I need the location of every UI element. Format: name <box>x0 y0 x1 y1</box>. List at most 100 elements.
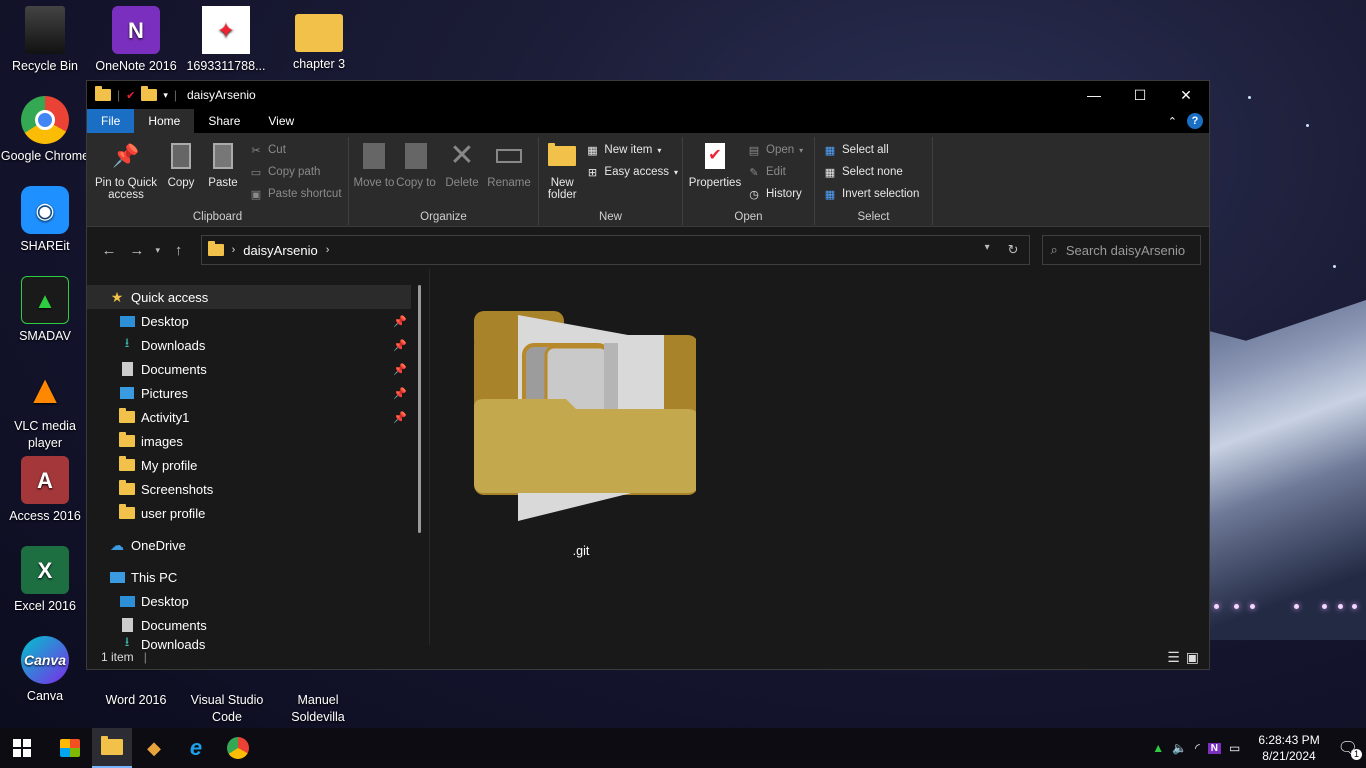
refresh-icon[interactable]: ↻ <box>1008 242 1019 258</box>
paste-shortcut-button[interactable]: ▣ Paste shortcut <box>249 185 342 203</box>
close-button[interactable]: ✕ <box>1163 81 1209 109</box>
cut-button[interactable]: ✂ Cut <box>249 141 342 159</box>
smadav-tray-icon[interactable]: ▲ <box>1152 741 1164 755</box>
easy-access-button[interactable]: ⊞ Easy access ▾ <box>585 163 678 181</box>
edit-button[interactable]: ✎ Edit <box>747 163 803 181</box>
taskbar-store[interactable] <box>50 728 90 768</box>
taskbar-edge[interactable]: e <box>176 728 216 768</box>
battery-icon[interactable]: ▭ <box>1229 741 1240 755</box>
desktop-icon-smadav[interactable]: ▲ SMADAV <box>0 276 90 345</box>
nav-item-images[interactable]: images <box>87 429 423 453</box>
nav-item-desktop[interactable]: Desktop 📌 <box>87 309 423 333</box>
image-file-icon: ✦ <box>202 6 250 54</box>
nav-item-activity1[interactable]: Activity1 📌 <box>87 405 423 429</box>
clock-time: 6:28:43 PM <box>1258 733 1320 747</box>
collapse-ribbon-icon[interactable]: ⌃ <box>1168 115 1177 128</box>
up-arrow-icon[interactable]: ↑ <box>165 242 193 259</box>
copy-path-button[interactable]: ▭ Copy path <box>249 163 342 181</box>
clock[interactable]: 6:28:43 PM 8/21/2024 <box>1258 732 1319 764</box>
start-button[interactable] <box>2 728 42 768</box>
file-item[interactable]: .git <box>466 307 698 558</box>
document-icon <box>119 362 135 376</box>
wallpaper-star <box>1248 96 1251 99</box>
select-all-button[interactable]: ▦ Select all <box>823 141 919 159</box>
desktop-icon-word[interactable]: Word 2016 <box>91 692 181 709</box>
copy-path-icon: ▭ <box>250 166 262 179</box>
volume-icon[interactable]: 🔈 <box>1172 741 1187 755</box>
desktop-icon-recycle-bin[interactable]: Recycle Bin <box>0 6 90 75</box>
tab-share[interactable]: Share <box>194 109 254 133</box>
desktop-icon-vlc[interactable]: ▲ VLC media player <box>0 366 90 452</box>
desktop-icon-image-file[interactable]: ✦ 1693311788... <box>181 6 271 75</box>
address-dropdown-icon[interactable]: ▾ <box>985 242 990 258</box>
nav-item-my-profile[interactable]: My profile <box>87 453 423 477</box>
recent-locations-icon[interactable]: ▾ <box>151 245 165 256</box>
help-icon[interactable]: ? <box>1187 113 1203 129</box>
desktop-icon-canva[interactable]: Canva Canva <box>0 636 90 705</box>
nav-scrollbar[interactable] <box>418 285 421 533</box>
nav-pc-documents[interactable]: Documents <box>87 613 423 637</box>
pin-icon[interactable]: 📌 <box>393 363 407 376</box>
nav-onedrive[interactable]: ☁ OneDrive <box>87 533 423 557</box>
pin-icon[interactable]: 📌 <box>393 315 407 328</box>
desktop-icon-manuel[interactable]: Manuel Soldevilla <box>273 692 363 726</box>
minimize-button[interactable]: — <box>1071 81 1117 109</box>
new-item-button[interactable]: ▦ New item ▾ <box>585 141 678 159</box>
history-button[interactable]: ◷ History <box>747 185 803 203</box>
desktop-icon-vscode[interactable]: Visual Studio Code <box>182 692 272 726</box>
nav-item-documents[interactable]: Documents 📌 <box>87 357 423 381</box>
onenote-tray-icon[interactable]: N <box>1207 742 1221 754</box>
nav-item-pictures[interactable]: Pictures 📌 <box>87 381 423 405</box>
new-folder-icon[interactable] <box>141 86 158 101</box>
search-box[interactable]: ⌕ Search daisyArsenio <box>1041 235 1201 265</box>
organize-group: Move to Copy to ✕ Delete Rename Organize <box>349 137 539 225</box>
nav-item-screenshots[interactable]: Screenshots <box>87 477 423 501</box>
desktop-icon-chapter-3[interactable]: chapter 3 <box>274 6 364 73</box>
details-view-icon[interactable]: ☰ <box>1167 649 1180 666</box>
large-icons-view-icon[interactable]: ▣ <box>1186 649 1199 666</box>
pin-icon[interactable]: 📌 <box>393 339 407 352</box>
pin-icon[interactable]: 📌 <box>393 387 407 400</box>
nav-item-downloads[interactable]: ⭳ Downloads 📌 <box>87 333 423 357</box>
taskbar-chrome[interactable] <box>218 728 258 768</box>
nav-this-pc[interactable]: This PC <box>87 565 423 589</box>
desktop-icon-label: Word 2016 <box>105 693 167 707</box>
notification-icon[interactable]: 🗨 1 <box>1338 738 1362 760</box>
desktop-icon-shareit[interactable]: ◉ SHAREit <box>0 186 90 255</box>
nav-pc-desktop[interactable]: Desktop <box>87 589 423 613</box>
desktop-icon-label: Canva <box>26 689 64 703</box>
rename-icon <box>494 141 524 171</box>
customize-toolbar-icon[interactable]: ▾ <box>163 90 168 101</box>
maximize-button[interactable]: ☐ <box>1117 81 1163 109</box>
navigation-pane: ★ Quick access Desktop 📌 ⭳ Downloads 📌 D… <box>87 269 423 649</box>
chevron-right-icon[interactable]: › <box>326 244 330 256</box>
folder-icon <box>119 432 135 448</box>
taskbar-app[interactable]: ◆ <box>134 728 174 768</box>
desktop-icon-excel[interactable]: X Excel 2016 <box>0 546 90 615</box>
wifi-icon[interactable]: ◜ <box>1195 741 1200 755</box>
forward-arrow-icon[interactable]: → <box>123 242 151 259</box>
access-icon: A <box>21 456 69 504</box>
invert-selection-button[interactable]: ▦ Invert selection <box>823 185 920 203</box>
recycle-bin-icon <box>25 6 65 54</box>
desktop-icon-access[interactable]: A Access 2016 <box>0 456 90 525</box>
address-bar[interactable]: › daisyArsenio › ▾ ↻ <box>200 235 1030 265</box>
tab-file[interactable]: File <box>87 109 135 133</box>
breadcrumb-segment[interactable]: daisyArsenio <box>243 243 317 258</box>
desktop-icon-onenote[interactable]: N OneNote 2016 <box>91 6 181 75</box>
nav-quick-access[interactable]: ★ Quick access <box>87 285 411 309</box>
back-arrow-icon[interactable]: ← <box>95 242 123 259</box>
properties-icon[interactable]: ✔ <box>126 89 135 102</box>
tab-home[interactable]: Home <box>134 109 195 133</box>
nav-item-user-profile[interactable]: user profile <box>87 501 423 525</box>
tab-view[interactable]: View <box>254 109 308 133</box>
chevron-right-icon[interactable]: › <box>232 244 236 256</box>
pictures-icon <box>119 386 135 400</box>
taskbar-file-explorer[interactable] <box>92 728 132 768</box>
open-button[interactable]: ▤ Open ▾ <box>747 141 803 159</box>
desktop-icon-chrome[interactable]: Google Chrome <box>0 96 90 165</box>
store-icon <box>60 739 80 757</box>
pin-icon[interactable]: 📌 <box>393 411 407 424</box>
new-folder-icon <box>547 141 577 171</box>
select-none-button[interactable]: ▦ Select none <box>823 163 919 181</box>
